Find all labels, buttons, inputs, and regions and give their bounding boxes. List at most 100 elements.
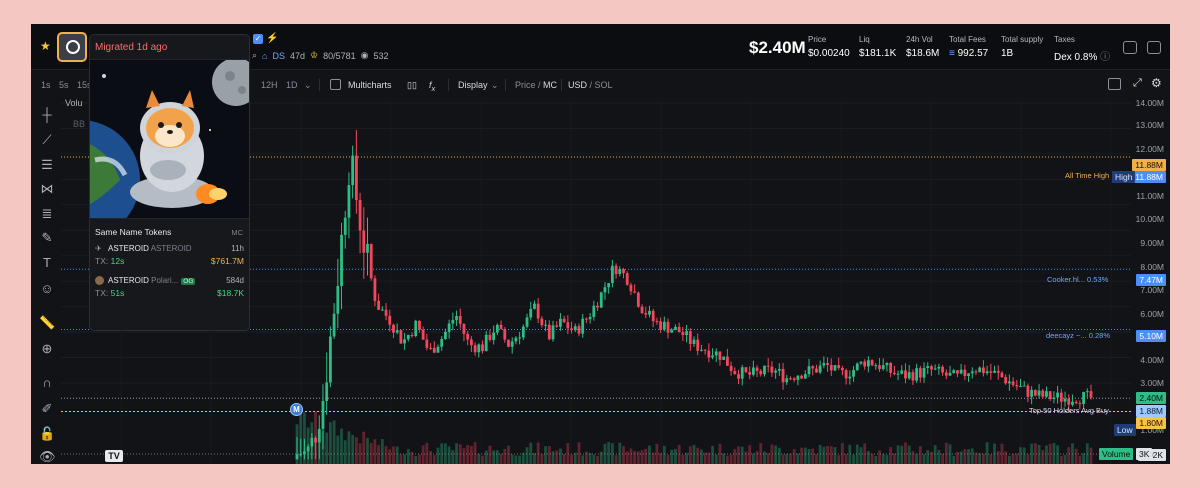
lock-drawing-icon[interactable]: ✐ xyxy=(39,401,55,417)
volume-bar xyxy=(870,453,874,464)
chevron-down-icon[interactable]: ⌄ xyxy=(304,80,312,91)
zoom-in-icon[interactable]: ⊕ xyxy=(39,341,55,357)
candle-body xyxy=(677,326,681,333)
candle-body xyxy=(1004,377,1008,384)
search-icon[interactable]: ⌕ xyxy=(252,50,257,61)
alarm-icon[interactable] xyxy=(1123,41,1137,54)
candle-body xyxy=(429,347,432,349)
volume-bar xyxy=(829,446,833,464)
fib-levels-icon[interactable]: ≣ xyxy=(39,206,55,222)
crosshair-icon[interactable]: ┼ xyxy=(39,107,55,123)
volume-bar xyxy=(885,455,889,464)
migration-marker[interactable]: M xyxy=(290,403,303,416)
divider xyxy=(319,79,320,91)
og-badge: OG xyxy=(181,278,196,285)
volume-bar xyxy=(321,430,325,464)
volume-bar xyxy=(1067,447,1071,464)
expand-icon[interactable]: ⤢ xyxy=(1133,77,1142,90)
volume-bar xyxy=(1022,447,1026,464)
candle-body xyxy=(792,378,796,380)
candle-body xyxy=(967,373,970,377)
token-avatar[interactable] xyxy=(57,32,87,62)
timeframe-1d[interactable]: 1D xyxy=(286,80,298,90)
horizontal-lines-icon[interactable]: ☰ xyxy=(39,157,55,173)
candle-body xyxy=(585,318,588,320)
list-item[interactable]: ASTEROID Polari... OG 584d TX: 51s $18.7K xyxy=(95,276,244,300)
text-icon[interactable]: T xyxy=(39,255,55,271)
candle-body xyxy=(1007,381,1011,384)
eye-icon[interactable]: 👁 xyxy=(39,449,56,464)
volume-bar xyxy=(1085,443,1089,464)
display-button[interactable]: Display xyxy=(458,80,488,90)
candle-body xyxy=(332,313,336,337)
favorite-star-icon[interactable]: ★ xyxy=(40,39,51,53)
volume-bar xyxy=(540,453,544,464)
bb-indicator-label[interactable]: BB xyxy=(73,119,85,129)
brush-icon[interactable]: ✎ xyxy=(39,230,55,246)
candle-body xyxy=(959,369,963,374)
candle-body xyxy=(466,333,470,340)
chevron-down-icon[interactable]: ⌄ xyxy=(491,80,499,91)
timeframe-1s[interactable]: 1s xyxy=(41,80,51,90)
volume-bar xyxy=(800,447,803,464)
multicharts-button[interactable]: Multicharts xyxy=(348,80,392,90)
info-icon[interactable]: ⓘ xyxy=(1100,52,1110,63)
candle-body xyxy=(351,155,355,186)
volume-bar xyxy=(640,450,644,464)
volume-bar xyxy=(592,454,596,464)
candle-body xyxy=(993,370,996,373)
layout-panel-icon[interactable] xyxy=(1147,41,1161,54)
volume-bar xyxy=(956,451,959,464)
volume-bar xyxy=(1015,453,1019,464)
candle-body xyxy=(1015,384,1019,387)
stat-label: 24h Vol xyxy=(906,35,933,44)
currency-toggle[interactable]: USD / SOL xyxy=(568,80,613,90)
home-icon[interactable]: ⌂ xyxy=(262,51,267,61)
candle-body xyxy=(681,332,685,336)
trend-line-icon[interactable]: ⟋ xyxy=(39,132,55,148)
price-toggle[interactable]: Price / MC xyxy=(515,80,557,90)
volume-bar xyxy=(852,454,855,464)
volume-bar xyxy=(648,445,651,464)
function-icon[interactable]: fx xyxy=(429,80,435,93)
candle-body xyxy=(1082,392,1085,404)
volume-bar xyxy=(911,451,915,464)
timeframe-12h[interactable]: 12H xyxy=(261,80,278,90)
candle-body xyxy=(829,365,833,371)
gear-icon[interactable]: ⚙ xyxy=(1151,76,1162,90)
list-item[interactable]: ✈ ASTEROID ASTEROID 11h TX: 12s $761.7M xyxy=(95,244,244,268)
volume-bar xyxy=(503,448,507,464)
lock-icon[interactable]: 🔓 xyxy=(39,426,55,442)
candle-body xyxy=(1059,392,1063,402)
emoji-icon[interactable]: ☺ xyxy=(39,281,55,297)
candle-body xyxy=(803,374,807,379)
volume-bar xyxy=(566,443,570,464)
price-tick: 3.00M xyxy=(1140,378,1164,388)
volume-bar xyxy=(863,443,867,464)
lightning-icon[interactable]: ⚡ xyxy=(266,34,278,44)
volume-bar xyxy=(466,445,470,464)
candle-body xyxy=(577,326,581,334)
ds-label[interactable]: DS xyxy=(272,51,285,61)
timeframe-5s[interactable]: 5s xyxy=(59,80,69,90)
volume-bar xyxy=(585,451,588,464)
candle-body xyxy=(974,371,978,373)
volume-bar xyxy=(1074,448,1078,464)
mc-column-header: MC xyxy=(231,228,243,237)
volume-bar xyxy=(959,451,963,464)
multicharts-checkbox[interactable] xyxy=(330,79,341,90)
camera-icon[interactable] xyxy=(1108,78,1121,90)
volume-bar xyxy=(763,451,766,464)
candle-body xyxy=(521,326,525,338)
candle-type-icon[interactable]: ▯▯ xyxy=(407,80,417,91)
candle-body xyxy=(432,347,436,353)
candle-body xyxy=(956,370,959,374)
volume-indicator-label[interactable]: Volu xyxy=(65,98,83,108)
volume-bar xyxy=(1019,447,1022,464)
pitchfork-icon[interactable]: ⋈ xyxy=(39,181,55,197)
volume-bar xyxy=(551,451,555,464)
ruler-icon[interactable]: 📏 xyxy=(39,315,55,331)
magnet-icon[interactable]: ∩ xyxy=(39,375,55,391)
candle-body xyxy=(759,370,763,375)
verified-icon[interactable]: ✓ xyxy=(253,34,263,44)
